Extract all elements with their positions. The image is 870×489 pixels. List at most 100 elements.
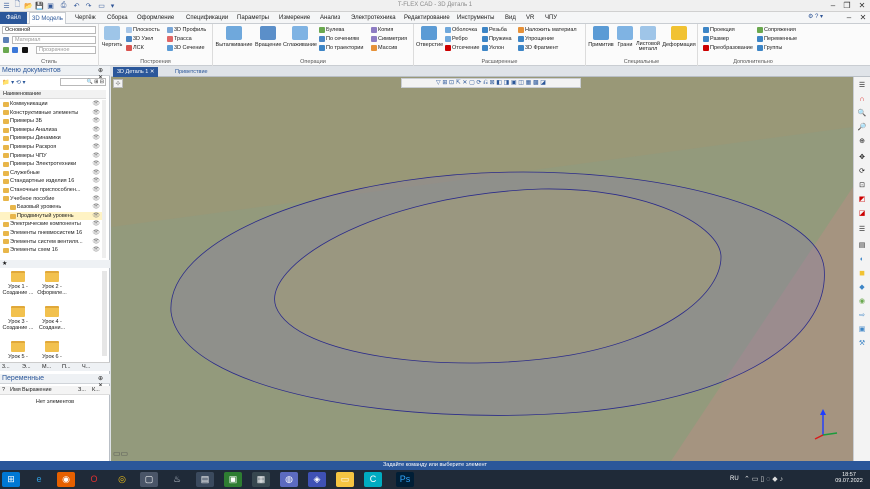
browser-ie-icon[interactable]: e <box>30 472 48 487</box>
tree-row[interactable]: Примеры Анализа 👁 <box>0 126 102 135</box>
tree-row[interactable]: Конструктивные элементы 👁 <box>0 109 102 118</box>
tree-row[interactable]: Продвинутый уровень 👁 <box>0 211 102 221</box>
zoom-out-icon[interactable]: 🔎 <box>857 123 867 133</box>
plane-button[interactable]: Плоскость <box>126 27 160 33</box>
visibility-eye-icon[interactable]: 👁 <box>92 152 100 161</box>
app-window-icon[interactable]: ▢ <box>140 472 158 487</box>
slope-button[interactable]: Уклон <box>482 45 504 51</box>
paint-icon[interactable] <box>3 47 9 53</box>
array-button[interactable]: Массив <box>371 45 397 51</box>
visibility-eye-icon[interactable]: 👁 <box>92 229 100 238</box>
apply-material-button[interactable]: Наложить материал <box>518 27 577 33</box>
ribbon-options[interactable]: ⚙ ? ▾ <box>808 13 823 20</box>
panel-tab[interactable]: Э... <box>22 364 31 370</box>
close-tab-icon[interactable]: ✕ <box>150 69 155 75</box>
view-settings-icon[interactable]: ⊹ <box>113 79 123 88</box>
lsk-button[interactable]: ЛСК <box>126 45 144 51</box>
visibility-eye-icon[interactable]: 👁 <box>92 177 100 186</box>
tree-row[interactable]: Элементы схем 16 👁 <box>0 246 102 255</box>
tree-row[interactable]: Стандартные изделия 16 👁 <box>0 177 102 186</box>
tree-row[interactable]: Элементы пневмосистем 16 👁 <box>0 229 102 238</box>
visibility-eye-icon[interactable]: 👁 <box>92 220 100 229</box>
camera-icon[interactable]: ◆ <box>857 283 867 293</box>
view-toolbar[interactable]: ▽ ⊞ ⊡ ⇱ ✕ ▢ ⟳ ⎌ ⊠ ◧ ◨ ▣ ◫ ▦ ▩ ◪ <box>401 78 581 88</box>
language-indicator[interactable]: RU <box>730 476 739 482</box>
symmetry-button[interactable]: Симметрия <box>371 36 407 42</box>
deform-button[interactable]: Деформация <box>662 26 696 48</box>
smooth-button[interactable]: Сглаживание <box>283 26 317 48</box>
tab-view[interactable]: Вид <box>503 12 518 24</box>
shell-button[interactable]: Оболочка <box>445 27 477 33</box>
relations-button[interactable]: Сопряжения <box>757 27 796 33</box>
column-header[interactable]: Наименование <box>0 90 106 99</box>
visibility-eye-icon[interactable]: 👁 <box>92 143 100 152</box>
tree-row[interactable]: Примеры Электротехники 👁 <box>0 160 102 169</box>
tab-assembly[interactable]: Сборка <box>105 12 130 24</box>
visibility-eye-icon[interactable]: 👁 <box>92 134 100 143</box>
zoom-window-icon[interactable]: ⊕ <box>857 137 867 147</box>
tree-row[interactable]: Коммуникации 👁 <box>0 100 102 109</box>
projection-button[interactable]: Проекция <box>703 27 735 33</box>
firefox-icon[interactable]: ◉ <box>57 472 75 487</box>
visibility-eye-icon[interactable]: 👁 <box>92 246 100 255</box>
tree-row[interactable]: Станочные приспособлен... 👁 <box>0 186 102 195</box>
folder-icon[interactable]: ▭ <box>336 472 354 487</box>
tools-icon[interactable]: ⚒ <box>857 339 867 349</box>
tree-row[interactable]: Учебное пособие 👁 <box>0 195 102 204</box>
tab-electrical[interactable]: Электротехника <box>349 12 398 24</box>
color-icon[interactable] <box>12 47 18 53</box>
simplify-button[interactable]: Упрощение <box>518 36 554 42</box>
transform-button[interactable]: Преобразование <box>703 45 753 51</box>
tab-specifications[interactable]: Спецификации <box>184 12 230 24</box>
messenger-icon[interactable]: ◍ <box>280 472 298 487</box>
filter-icon[interactable]: ◉ <box>857 297 867 307</box>
visibility-eye-icon[interactable]: 👁 <box>92 195 100 204</box>
tab-vr[interactable]: VR <box>524 12 536 24</box>
tree-row[interactable]: Служебные 👁 <box>0 169 102 178</box>
steam-icon[interactable]: ♨ <box>168 472 186 487</box>
primitives-button[interactable]: Примитив <box>588 26 614 48</box>
style-combo[interactable]: Основной <box>2 26 96 34</box>
visibility-eye-icon[interactable]: 👁 <box>92 186 100 195</box>
zoom-in-icon[interactable]: 🔍 <box>857 109 867 119</box>
ribbon-minimize-button[interactable]: – <box>842 12 856 23</box>
by-sections-button[interactable]: По сечениям <box>319 36 359 42</box>
tab-3d-model[interactable]: 3D Модель <box>29 12 66 24</box>
profile3d-button[interactable]: 3D Профиль <box>167 27 206 33</box>
spring-button[interactable]: Пружина <box>482 36 512 42</box>
faces-button[interactable]: Грани <box>616 26 634 48</box>
layers-icon[interactable]: ☰ <box>857 225 867 235</box>
render-icon[interactable]: ◐ <box>857 255 867 265</box>
terminal-icon[interactable]: ▣ <box>224 472 242 487</box>
rotate-icon[interactable]: ⟳ <box>857 167 867 177</box>
panel-toolbar[interactable]: 📁 ▾ ⟲ ▾ <box>2 79 26 86</box>
visibility-eye-icon[interactable]: 👁 <box>92 238 100 247</box>
lesson-tile[interactable]: Урок 2 - Оформле... <box>36 271 68 296</box>
lesson-tile[interactable]: Урок 4 - Создани... <box>36 306 68 331</box>
variables-button[interactable]: Переменные <box>757 36 797 42</box>
measure-icon[interactable]: ◪ <box>857 209 867 219</box>
minimize-button[interactable]: – <box>826 0 840 11</box>
app-icon[interactable]: ▦ <box>252 472 270 487</box>
layout-toggle-icon[interactable]: ▭▭ <box>113 449 128 458</box>
section3d-button[interactable]: 3D Сечение <box>167 45 205 51</box>
close-button[interactable]: ✕ <box>855 0 869 11</box>
fragment3d-button[interactable]: 3D Фрагмент <box>518 45 558 51</box>
tab-drawing[interactable]: Чертёж <box>73 12 98 24</box>
material-icon[interactable] <box>3 37 9 43</box>
tab-measure[interactable]: Измерение <box>277 12 312 24</box>
tflex-icon[interactable]: C <box>364 472 382 487</box>
by-path-button[interactable]: По траектории <box>319 45 363 51</box>
tree-row[interactable]: Примеры ЧПУ 👁 <box>0 152 102 161</box>
thread-button[interactable]: Резьба <box>482 27 507 33</box>
panel-tab[interactable]: П... <box>62 364 71 370</box>
view-front-icon[interactable]: ⊡ <box>857 181 867 191</box>
vpn-icon[interactable]: ◈ <box>308 472 326 487</box>
material-combo[interactable]: Материал <box>12 36 96 44</box>
tray-icons[interactable]: ⌃ ▭ ▯ ◌ ◆ ♪ <box>744 475 783 483</box>
lesson-tile[interactable]: Урок 3 - Создание ... <box>2 306 34 331</box>
ribbon-close-button[interactable]: ✕ <box>856 12 870 23</box>
visibility-eye-icon[interactable]: 👁 <box>92 160 100 169</box>
lesson-tile[interactable]: Урок 5 - <box>2 341 34 360</box>
visibility-eye-icon[interactable]: 👁 <box>92 109 100 118</box>
